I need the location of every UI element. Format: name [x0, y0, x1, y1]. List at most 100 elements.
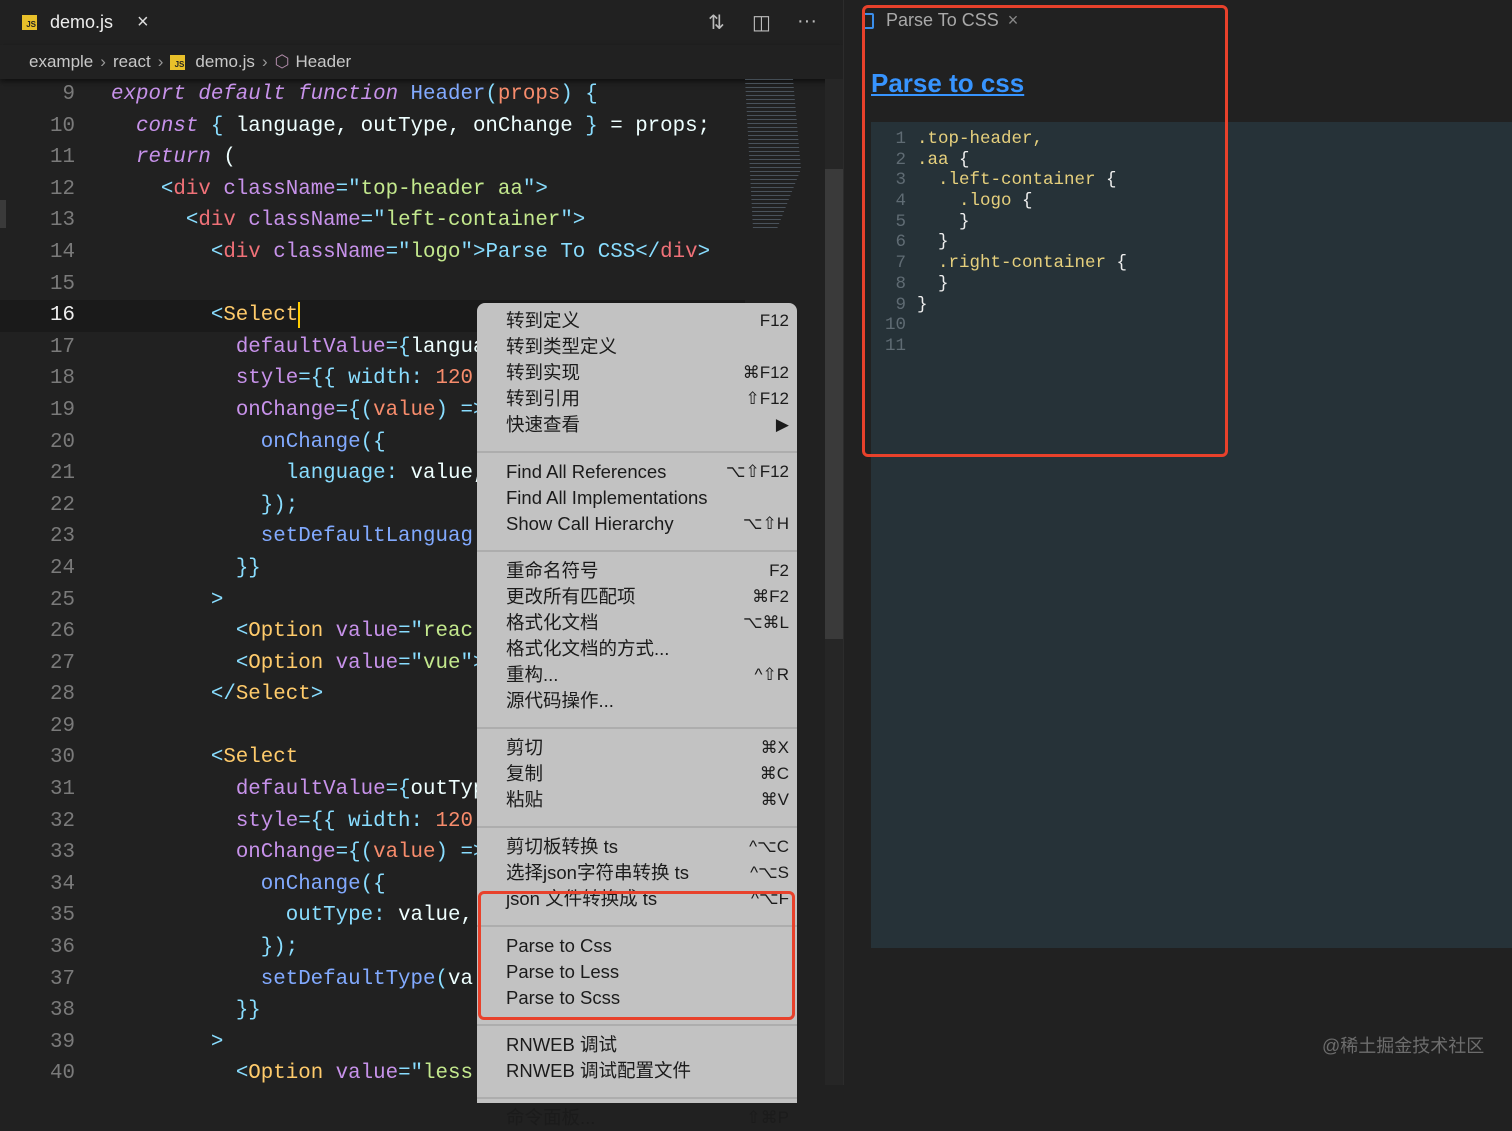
code-text: <Select [111, 742, 298, 774]
code-text: style={{ width: 120 [111, 806, 473, 838]
line-number: 19 [50, 398, 75, 422]
menu-item[interactable]: 源代码操作... [506, 688, 789, 714]
code-token: return [135, 146, 224, 170]
code-token: ={{ [298, 809, 349, 833]
code-token: </ [210, 683, 236, 707]
menu-separator [477, 1024, 797, 1026]
menu-item[interactable]: 快速查看 ▶ [506, 412, 789, 438]
menu-separator [477, 1097, 797, 1099]
menu-item[interactable]: Find All References ⌥⇧F12 [506, 459, 789, 485]
menu-item[interactable]: 粘贴 ⌘V [506, 787, 789, 813]
code-token: ={ [385, 778, 411, 802]
menu-item-label: RNWEB 调试配置文件 [506, 1060, 692, 1081]
menu-item-label: Find All References [506, 461, 667, 482]
code-token: className [248, 209, 361, 233]
menu-item[interactable]: 格式化文档 ⌥⌘L [506, 610, 789, 636]
code-text: }); [111, 490, 298, 522]
code-token: < [235, 651, 249, 675]
code-token: : [385, 462, 411, 486]
code-line[interactable]: 15 [0, 269, 745, 301]
menu-item[interactable]: 重命名符号 F2 [506, 558, 789, 584]
menu-item-label: 格式化文档 [506, 612, 599, 633]
code-token: Select [223, 746, 299, 770]
code-text: }); [111, 932, 298, 964]
menu-item-label: 粘贴 [506, 789, 544, 810]
menu-item[interactable]: 剪切板转换 ts ^⌥C [506, 834, 789, 860]
git-compare-icon[interactable]: ⇅ [708, 10, 725, 35]
code-token: width [348, 809, 411, 833]
menu-item-shortcut: ⌥⇧H [742, 514, 789, 533]
menu-item-shortcut: ⇧⌘P [746, 1108, 789, 1127]
scrollbar-thumb[interactable] [825, 169, 843, 639]
split-editor-icon[interactable]: ◫ [752, 10, 771, 35]
menu-item-label: 命令面板... [506, 1107, 596, 1128]
code-token: onChange [235, 398, 336, 422]
line-number: 36 [50, 936, 75, 960]
code-line[interactable]: 11 return ( [0, 142, 745, 174]
code-text: setDefaultLanguag [111, 521, 473, 553]
menu-item-label: 复制 [506, 763, 544, 784]
breadcrumb-item[interactable]: react [113, 52, 151, 72]
code-token: > [697, 240, 711, 264]
editor-scrollbar[interactable] [825, 79, 843, 1085]
chevron-right-icon: › [100, 52, 106, 71]
menu-item[interactable]: Find All Implementations [506, 485, 789, 511]
menu-item[interactable]: 选择json字符串转换 ts ^⌥S [506, 860, 789, 886]
menu-item[interactable]: 转到实现 ⌘F12 [506, 360, 789, 386]
code-token: < [210, 240, 224, 264]
code-line[interactable]: 14 <div className="logo">Parse To CSS</d… [0, 237, 745, 269]
menu-item[interactable]: 格式化文档的方式... [506, 636, 789, 662]
menu-item[interactable]: Show Call Hierarchy ⌥⇧H [506, 511, 789, 537]
breadcrumb-item[interactable]: Header [295, 52, 351, 72]
highlight-box-parse-items [478, 891, 795, 1020]
code-line[interactable]: 12 <div className="top-header aa"> [0, 174, 745, 206]
menu-item[interactable]: RNWEB 调试 [506, 1032, 789, 1058]
code-token: div [223, 240, 274, 264]
menu-item[interactable]: RNWEB 调试配置文件 [506, 1058, 789, 1084]
line-number: 32 [50, 809, 75, 833]
menu-item[interactable]: 更改所有匹配项 ⌘F2 [506, 584, 789, 610]
line-number: 31 [50, 778, 75, 802]
menu-item-shortcut: ▶ [775, 415, 789, 434]
code-token: value [335, 620, 399, 644]
code-text: }} [111, 995, 261, 1027]
menu-item[interactable]: 重构... ^⇧R [506, 662, 789, 688]
minimap[interactable] [745, 79, 801, 229]
menu-item[interactable]: 转到引用 ⇧F12 [506, 386, 789, 412]
menu-item-label: 更改所有匹配项 [506, 586, 636, 607]
code-token: ={{ [298, 367, 349, 391]
menu-item[interactable]: 转到类型定义 [506, 334, 789, 360]
line-number: 22 [50, 493, 75, 517]
text-cursor [298, 301, 301, 328]
menu-item[interactable]: 复制 ⌘C [506, 761, 789, 787]
line-number: 23 [50, 525, 75, 549]
editor-tab-bar: JS demo.js × ⇅ ◫ ··· [0, 0, 843, 45]
line-number: 35 [50, 904, 75, 928]
close-icon[interactable]: × [137, 11, 149, 34]
more-actions-icon[interactable]: ··· [797, 10, 817, 33]
tab-demo-js[interactable]: JS demo.js × [0, 0, 175, 45]
code-token: < [185, 209, 199, 233]
code-line[interactable]: 10 const { language, outType, onChange }… [0, 111, 745, 143]
code-text: onChange={(value) => [111, 837, 486, 869]
breadcrumb-item[interactable]: demo.js [195, 52, 255, 72]
code-token: value, [398, 904, 473, 928]
code-line[interactable]: 9 export default function Header(props) { [0, 79, 745, 111]
line-number: 39 [50, 1030, 75, 1054]
code-token: ({ [360, 872, 386, 896]
menu-item[interactable]: 命令面板... ⇧⌘P [506, 1105, 789, 1131]
code-token: }); [260, 493, 299, 517]
menu-item-label: 格式化文档的方式... [506, 638, 670, 659]
breadcrumb-item[interactable]: example [29, 52, 93, 72]
line-number: 37 [50, 967, 75, 991]
menu-item-label: 重构... [506, 664, 559, 685]
menu-item[interactable]: 转到定义 F12 [506, 308, 789, 334]
code-token: < [235, 620, 249, 644]
code-token: 120 [435, 809, 473, 833]
code-token: style [235, 367, 299, 391]
code-token: }); [260, 936, 299, 960]
watermark: @稀土掘金技术社区 [1322, 1036, 1485, 1056]
code-text: outType: value, [111, 900, 473, 932]
code-line[interactable]: 13 <div className="left-container"> [0, 205, 745, 237]
menu-item[interactable]: 剪切 ⌘X [506, 735, 789, 761]
